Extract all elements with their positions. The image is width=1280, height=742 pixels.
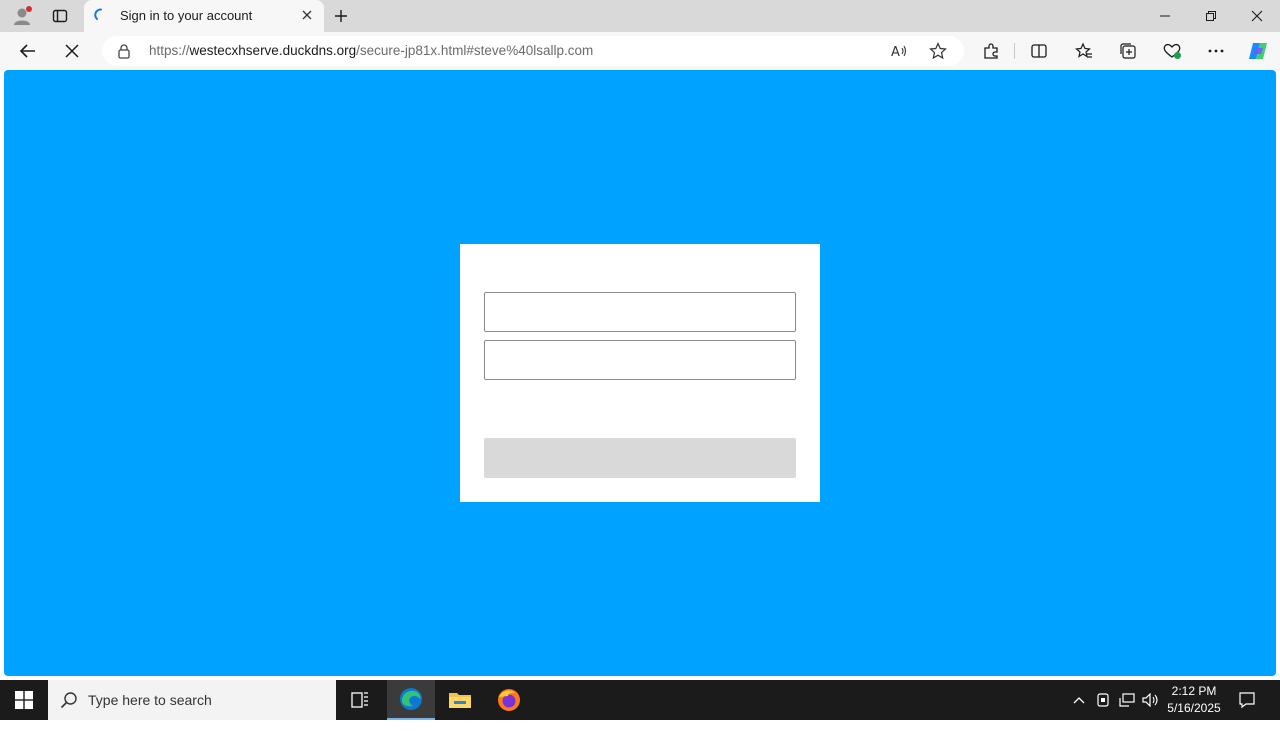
favorites-icon[interactable] [1070, 37, 1098, 65]
stop-icon[interactable] [58, 37, 86, 65]
clock-date: 5/16/2025 [1167, 701, 1221, 715]
split-screen-icon[interactable] [1025, 37, 1053, 65]
chevron-up-icon[interactable] [1069, 690, 1089, 710]
firefox-icon[interactable] [485, 680, 533, 720]
extensions-icon[interactable] [977, 37, 1005, 65]
svg-text:A: A [891, 45, 900, 59]
search-placeholder: Type here to search [88, 692, 212, 708]
email-field[interactable] [484, 292, 796, 332]
taskbar-clock[interactable]: 2:12 PM 5/16/2025 [1162, 683, 1226, 717]
url-text[interactable]: https://westecxhserve.duckdns.org/secure… [149, 43, 593, 58]
tab-title: Sign in to your account [120, 8, 253, 23]
plus-icon[interactable] [330, 5, 352, 27]
url-scheme: https:// [149, 43, 190, 58]
browser-tab[interactable]: Sign in to your account [84, 0, 324, 32]
address-bar[interactable]: https://westecxhserve.duckdns.org/secure… [102, 36, 964, 66]
notification-icon[interactable] [1236, 689, 1258, 711]
window-close-icon[interactable] [1234, 0, 1280, 32]
volume-icon[interactable] [1141, 690, 1161, 710]
file-explorer-icon[interactable] [436, 680, 484, 720]
taskbar-search-box[interactable]: Type here to search [48, 680, 336, 720]
password-field[interactable] [484, 340, 796, 380]
task-view-icon[interactable] [336, 680, 384, 720]
collections-icon[interactable] [1114, 37, 1142, 65]
minimize-icon[interactable] [1142, 0, 1188, 32]
network-icon[interactable] [1117, 690, 1137, 710]
more-icon[interactable] [1202, 37, 1230, 65]
profile-icon[interactable] [9, 4, 35, 28]
page-viewport: ANY RUN [4, 70, 1276, 740]
url-path: /secure-jp81x.html#steve%40lsallp.com [356, 43, 594, 58]
device-icon[interactable] [1093, 690, 1113, 710]
search-icon [60, 691, 78, 709]
tab-actions-icon[interactable] [47, 4, 73, 28]
read-aloud-icon[interactable]: A [887, 40, 911, 62]
restore-icon[interactable] [1188, 0, 1234, 32]
browser-toolbar: https://westecxhserve.duckdns.org/secure… [0, 32, 1280, 70]
back-icon[interactable] [14, 37, 42, 65]
clock-time: 2:12 PM [1171, 684, 1217, 698]
windows-taskbar: Type here to search 2:12 PM 5/16/2025 [0, 680, 1280, 720]
browser-tab-bar: Sign in to your account [0, 0, 1280, 32]
edge-icon[interactable] [387, 680, 435, 720]
url-host: westecxhserve.duckdns.org [189, 43, 357, 58]
sign-in-button[interactable] [484, 438, 796, 478]
login-card [460, 244, 820, 502]
toolbar-divider [1014, 43, 1015, 59]
lock-icon[interactable] [116, 43, 132, 59]
windows-start-icon[interactable] [0, 680, 48, 720]
copilot-icon[interactable] [1244, 37, 1272, 65]
browser-essentials-icon[interactable] [1158, 37, 1186, 65]
loading-spinner-icon [94, 8, 108, 22]
close-icon[interactable] [298, 6, 316, 24]
favorite-star-icon[interactable] [926, 40, 950, 62]
